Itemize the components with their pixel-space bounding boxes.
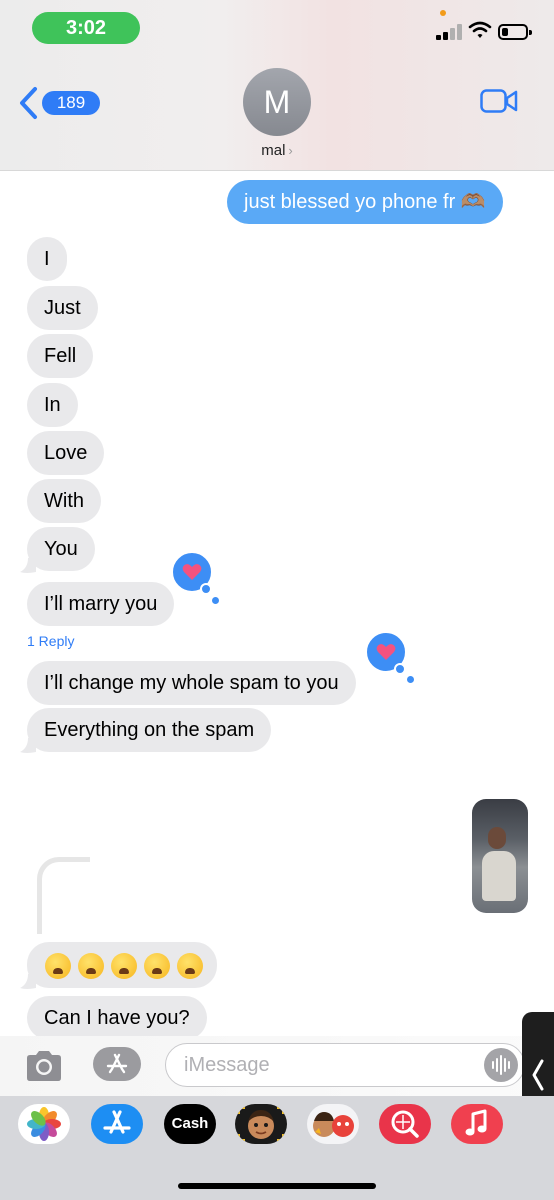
message-bubble-incoming[interactable]: I’ll marry you bbox=[27, 582, 175, 626]
chevron-left-icon bbox=[20, 87, 37, 119]
cellular-signal-icon bbox=[436, 24, 462, 40]
apple-cash-label: Cash bbox=[171, 1115, 209, 1132]
home-indicator[interactable] bbox=[178, 1183, 376, 1189]
photo-message[interactable] bbox=[472, 799, 528, 913]
apps-button[interactable] bbox=[93, 1047, 141, 1081]
message-bubble-incoming[interactable]: You bbox=[27, 527, 95, 571]
bubble-tail bbox=[20, 558, 36, 573]
status-bar: 3:02 bbox=[0, 0, 554, 56]
tapback-tail-dot bbox=[407, 676, 414, 683]
back-button[interactable]: 189 bbox=[18, 86, 100, 120]
reply-count-link[interactable]: 1 Reply bbox=[27, 633, 74, 649]
message-bubble-incoming[interactable]: Can I have you? bbox=[27, 996, 207, 1040]
reply-thread-line bbox=[37, 857, 90, 934]
chevron-right-icon: › bbox=[288, 143, 293, 158]
web-images-icon[interactable] bbox=[379, 1104, 431, 1144]
photos-icon[interactable] bbox=[18, 1104, 70, 1144]
message-bubble-emoji[interactable] bbox=[27, 942, 217, 988]
imessage-input[interactable] bbox=[165, 1043, 525, 1087]
message-bubble-incoming[interactable]: With bbox=[27, 479, 101, 523]
message-bubble-incoming[interactable]: Love bbox=[27, 431, 105, 475]
camera-icon[interactable] bbox=[24, 1050, 64, 1082]
tapback-tail-dot bbox=[200, 583, 212, 595]
message-bubble-incoming[interactable]: I’ll change my whole spam to you bbox=[27, 661, 356, 705]
heart-icon bbox=[376, 644, 396, 660]
message-bubble-outgoing[interactable]: just blessed yo phone fr 🫶🏽 bbox=[227, 180, 503, 224]
memoji-stickers-icon[interactable] bbox=[307, 1104, 359, 1144]
message-bubble-incoming[interactable]: In bbox=[27, 383, 78, 427]
contact-name-label: mal bbox=[261, 142, 286, 159]
weary-face-emoji bbox=[45, 952, 71, 979]
audio-message-button[interactable] bbox=[484, 1048, 518, 1082]
appstore-icon[interactable] bbox=[91, 1104, 143, 1144]
bubble-tail bbox=[20, 738, 36, 753]
contact-avatar[interactable]: M bbox=[243, 68, 311, 136]
tapback-tail-dot bbox=[394, 663, 406, 675]
message-bubble-incoming[interactable]: I bbox=[27, 237, 67, 281]
mic-indicator-dot bbox=[440, 10, 446, 16]
apple-cash-icon[interactable]: Cash bbox=[164, 1104, 216, 1144]
battery-icon bbox=[498, 24, 532, 40]
music-icon[interactable] bbox=[451, 1104, 503, 1144]
weary-face-emoji bbox=[144, 952, 170, 979]
unread-count-badge: 189 bbox=[42, 91, 100, 115]
weary-face-emoji bbox=[177, 952, 203, 979]
contact-name[interactable]: mal › bbox=[0, 142, 554, 159]
status-time[interactable]: 3:02 bbox=[32, 12, 140, 44]
appstore-icon bbox=[106, 1053, 128, 1074]
facetime-video-icon[interactable] bbox=[480, 88, 518, 114]
tapback-tail-dot bbox=[212, 597, 219, 604]
message-bubble-incoming[interactable]: Everything on the spam bbox=[27, 708, 272, 752]
heart-icon bbox=[182, 564, 202, 580]
message-input-bar bbox=[0, 1036, 554, 1096]
weary-face-emoji bbox=[78, 952, 104, 979]
memoji-icon[interactable] bbox=[235, 1104, 287, 1144]
chevron-left-icon bbox=[532, 1059, 544, 1091]
wifi-icon bbox=[468, 21, 492, 38]
waveform-icon bbox=[492, 1055, 510, 1075]
message-bubble-incoming[interactable]: Fell bbox=[27, 334, 94, 378]
bubble-tail bbox=[20, 974, 36, 989]
message-bubble-incoming[interactable]: Just bbox=[27, 286, 98, 330]
weary-face-emoji bbox=[111, 952, 137, 979]
